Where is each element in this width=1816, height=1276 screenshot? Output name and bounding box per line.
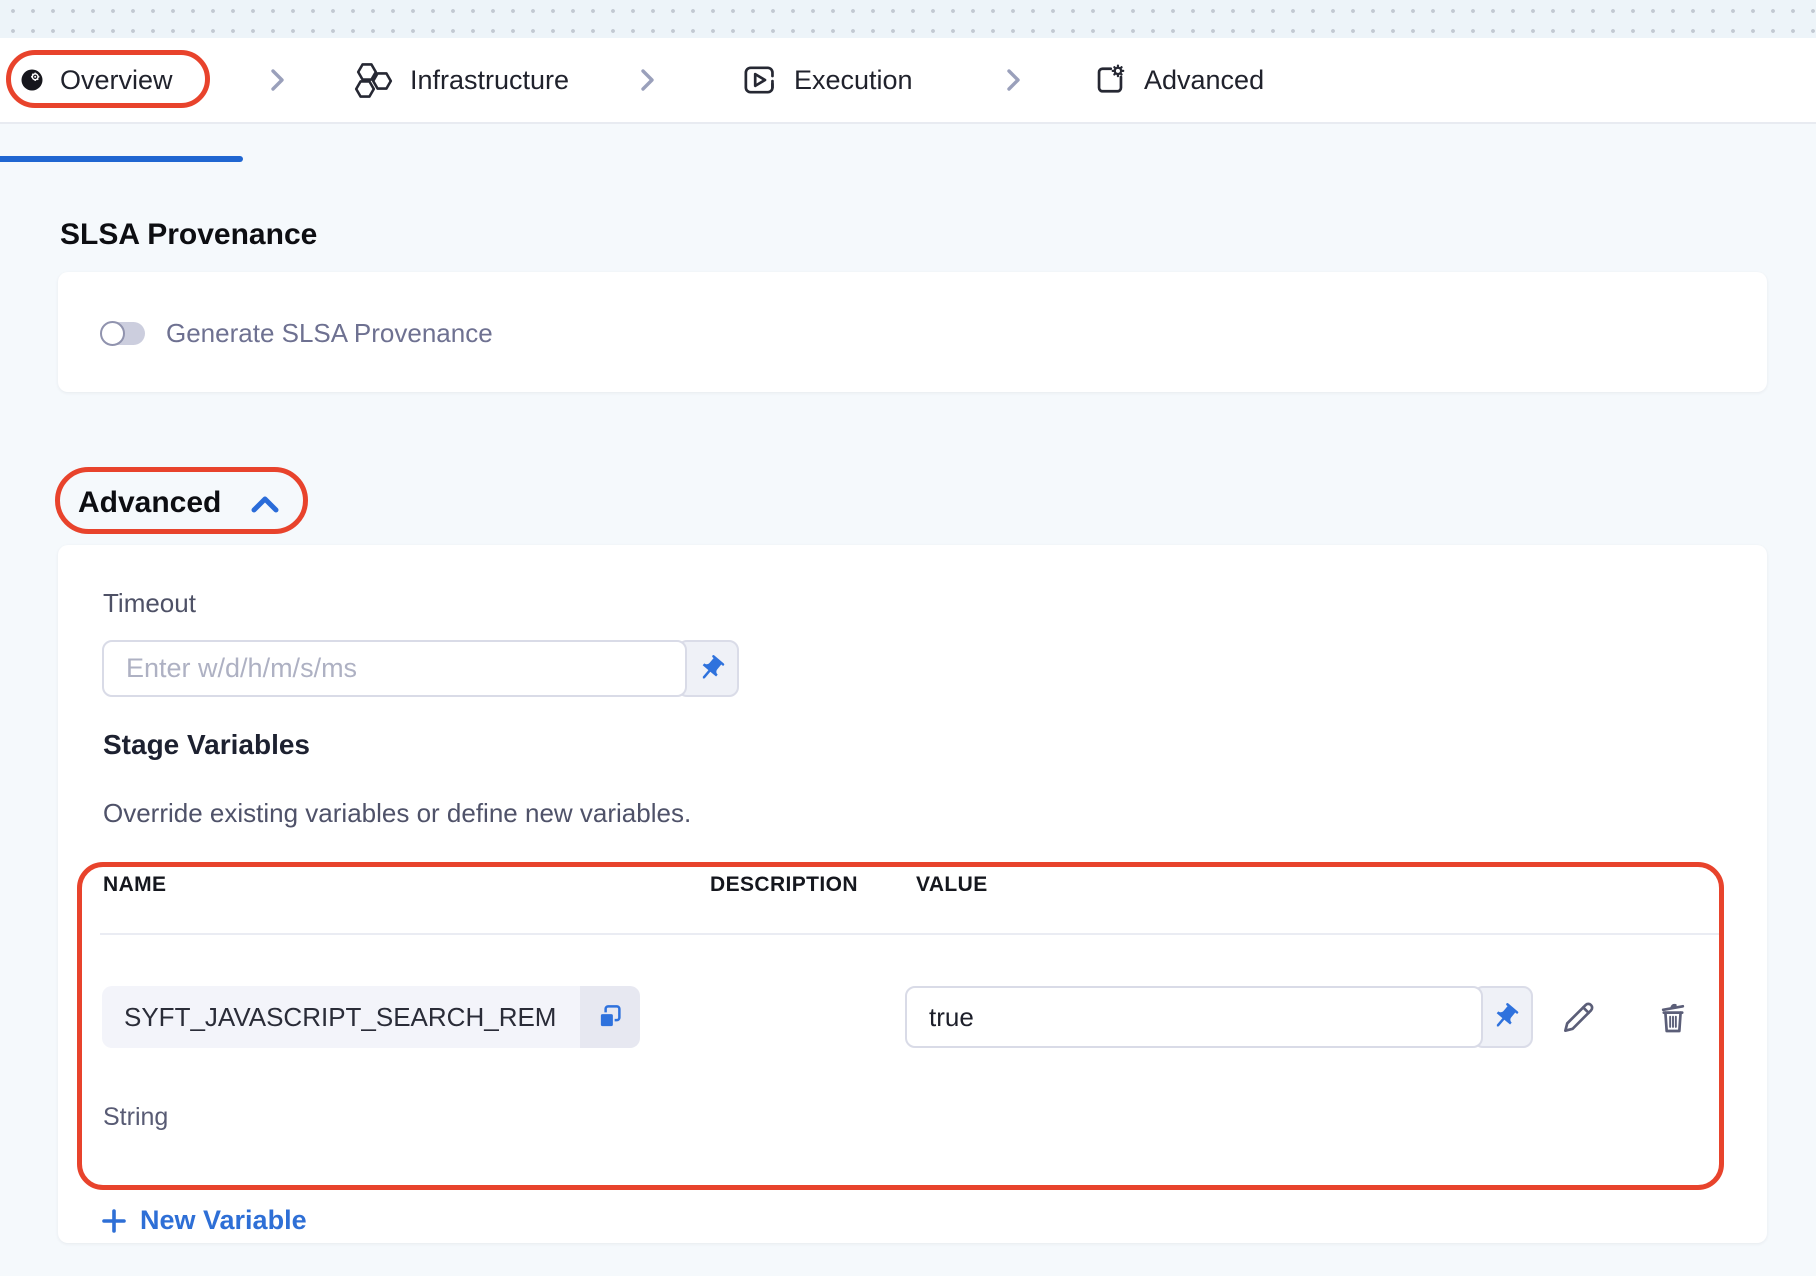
variable-type-label: String xyxy=(103,1103,168,1132)
variable-value-input[interactable] xyxy=(905,986,1483,1048)
timeout-input[interactable] xyxy=(102,640,687,697)
infrastructure-icon xyxy=(352,60,394,100)
tab-execution[interactable]: Execution xyxy=(740,38,913,122)
advanced-section-heading: Advanced xyxy=(78,486,221,520)
timeout-label: Timeout xyxy=(103,588,196,619)
pin-icon xyxy=(1490,1002,1520,1032)
column-header-value: VALUE xyxy=(916,873,988,897)
new-variable-button[interactable]: New Variable xyxy=(100,1205,307,1236)
stage-variables-description: Override existing variables or define ne… xyxy=(103,798,691,829)
pipeline-canvas-strip xyxy=(0,0,1816,38)
chevron-right-icon xyxy=(632,38,662,122)
advanced-gear-icon xyxy=(1092,62,1128,98)
tab-infrastructure-label: Infrastructure xyxy=(410,65,569,96)
chevron-right-icon xyxy=(262,38,292,122)
chevron-right-icon xyxy=(998,38,1028,122)
variable-name-field[interactable]: SYFT_JAVASCRIPT_SEARCH_REM xyxy=(102,986,580,1048)
slsa-provenance-heading: SLSA Provenance xyxy=(60,218,317,252)
variable-name-copy-button[interactable] xyxy=(580,986,640,1048)
stage-variables-heading: Stage Variables xyxy=(103,729,310,761)
plus-icon xyxy=(100,1207,128,1235)
tab-overview-label: Overview xyxy=(60,65,173,96)
timeout-input-group xyxy=(102,640,739,697)
overview-icon xyxy=(20,68,44,92)
new-variable-label: New Variable xyxy=(140,1205,307,1236)
tab-overview[interactable]: Overview xyxy=(20,38,173,122)
variable-name-text: SYFT_JAVASCRIPT_SEARCH_REM xyxy=(124,1002,556,1033)
chevron-up-icon[interactable] xyxy=(249,492,281,518)
tab-execution-label: Execution xyxy=(794,65,913,96)
execution-icon xyxy=(740,61,778,99)
table-header-divider xyxy=(100,933,1722,935)
tab-advanced-label: Advanced xyxy=(1144,65,1264,96)
stage-tabbar: Overview Infrastructure Execution xyxy=(0,38,1816,124)
active-tab-underline xyxy=(0,156,243,162)
variable-value-group xyxy=(905,986,1533,1048)
column-header-name: NAME xyxy=(103,873,166,897)
edit-variable-button[interactable] xyxy=(1558,998,1598,1038)
variable-name-group: SYFT_JAVASCRIPT_SEARCH_REM xyxy=(102,986,640,1048)
delete-variable-button[interactable] xyxy=(1653,998,1693,1038)
generate-slsa-toggle[interactable] xyxy=(101,322,145,345)
pencil-icon xyxy=(1559,999,1597,1037)
pin-icon xyxy=(696,654,726,684)
trash-icon xyxy=(1654,999,1692,1037)
copy-icon xyxy=(595,1002,625,1032)
tab-advanced[interactable]: Advanced xyxy=(1092,38,1264,122)
generate-slsa-toggle-label: Generate SLSA Provenance xyxy=(166,318,493,349)
toggle-knob xyxy=(100,321,125,346)
column-header-description: DESCRIPTION xyxy=(710,873,858,897)
tab-infrastructure[interactable]: Infrastructure xyxy=(352,38,569,122)
